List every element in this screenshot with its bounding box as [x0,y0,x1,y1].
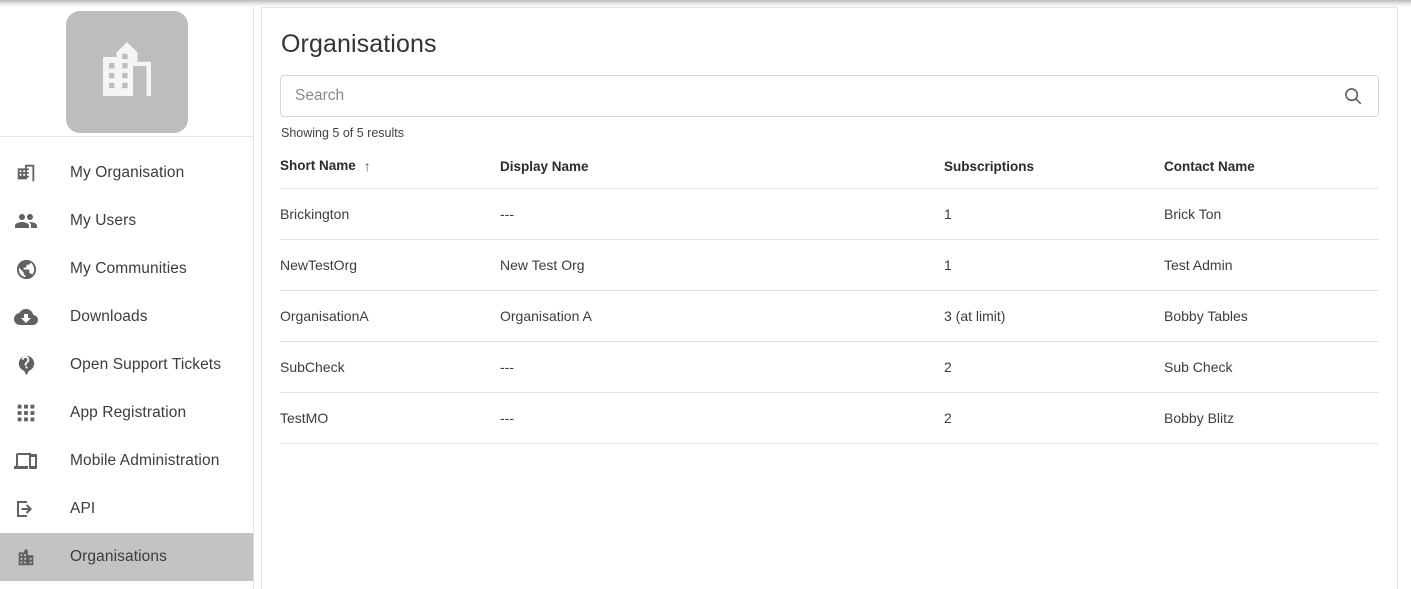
column-header-label: Short Name [280,158,356,173]
table-row[interactable]: OrganisationA Organisation A 3 (at limit… [280,290,1379,342]
sidebar-item-label: App Registration [70,404,187,421]
cloud-download-icon [12,303,40,331]
help-balloon-icon [12,351,40,379]
table-row[interactable]: TestMO --- 2 Bobby Blitz [280,392,1379,444]
sidebar-item-label: Mobile Administration [70,452,220,469]
sidebar-item-label: Downloads [70,308,148,325]
sort-ascending-icon: ↑ [363,158,371,174]
organisations-card: Organisations Showing 5 of 5 results [261,7,1398,589]
login-arrow-icon [12,495,40,523]
table-header-row: Short Name ↑ Display Name Subscriptions C… [280,154,1379,189]
sidebar-item-my-users[interactable]: My Users [0,197,253,245]
cell-subscriptions: 1 [944,239,1164,291]
cell-subscriptions: 2 [944,392,1164,444]
sidebar-item-label: Organisations [70,548,167,565]
column-header-label: Contact Name [1164,158,1255,174]
cell-short-name: TestMO [280,392,500,444]
sidebar-item-api[interactable]: API [0,485,253,533]
sidebar-item-organisations[interactable]: Organisations [0,533,253,581]
cell-display-name: --- [500,188,944,240]
column-header-label: Subscriptions [944,158,1035,174]
table-row[interactable]: NewTestOrg New Test Org 1 Test Admin [280,239,1379,291]
sidebar-item-label: Open Support Tickets [70,356,222,373]
organisations-table: Short Name ↑ Display Name Subscriptions C… [280,154,1379,444]
cell-subscriptions: 2 [944,341,1164,393]
sidebar-nav: My Organisation My Users My Communities … [0,137,253,581]
cell-display-name: --- [500,392,944,444]
globe-icon [12,255,40,283]
search-bar [280,75,1379,117]
org-logo [65,11,188,133]
cell-display-name: --- [500,341,944,393]
cell-contact-name: Bobby Blitz [1164,392,1379,444]
cell-short-name: Brickington [280,188,500,240]
column-header-label: Display Name [500,158,589,174]
building-logo-icon [91,36,163,108]
cell-display-name: New Test Org [500,239,944,291]
cell-subscriptions: 1 [944,188,1164,240]
main-content: Organisations Showing 5 of 5 results [254,0,1411,589]
column-header-contact-name[interactable]: Contact Name [1164,154,1379,189]
cell-contact-name: Sub Check [1164,341,1379,393]
apps-grid-icon [12,399,40,427]
search-icon [1342,85,1364,107]
sidebar-item-label: My Users [70,212,137,229]
table-row[interactable]: Brickington --- 1 Brick Ton [280,188,1379,240]
app-root: My Organisation My Users My Communities … [0,0,1411,589]
sidebar-item-downloads[interactable]: Downloads [0,293,253,341]
people-icon [12,207,40,235]
cell-contact-name: Bobby Tables [1164,290,1379,342]
sidebar-item-mobile-administration[interactable]: Mobile Administration [0,437,253,485]
sidebar-item-label: API [70,500,96,517]
sidebar-item-open-support-tickets[interactable]: Open Support Tickets [0,341,253,389]
cell-short-name: OrganisationA [280,290,500,342]
sidebar-item-label: My Communities [70,260,187,277]
results-count: Showing 5 of 5 results [281,126,404,140]
search-input[interactable] [280,75,1379,117]
cell-display-name: Organisation A [500,290,944,342]
table-body: Brickington --- 1 Brick Ton NewTestOrg N… [280,188,1379,444]
sidebar-item-app-registration[interactable]: App Registration [0,389,253,437]
devices-icon [12,447,40,475]
organisations-icon [12,543,40,571]
cell-short-name: SubCheck [280,341,500,393]
cell-subscriptions: 3 (at limit) [944,290,1164,342]
column-header-display-name[interactable]: Display Name [500,154,944,189]
cell-short-name: NewTestOrg [280,239,500,291]
cell-contact-name: Test Admin [1164,239,1379,291]
page-title: Organisations [281,30,437,58]
column-header-subscriptions[interactable]: Subscriptions [944,154,1164,189]
sidebar: My Organisation My Users My Communities … [0,0,254,589]
building-icon [12,159,40,187]
sidebar-item-label: My Organisation [70,164,185,181]
search-button[interactable] [1328,76,1378,116]
table-row[interactable]: SubCheck --- 2 Sub Check [280,341,1379,393]
cell-contact-name: Brick Ton [1164,188,1379,240]
sidebar-item-my-organisation[interactable]: My Organisation [0,149,253,197]
logo-area [0,0,253,137]
column-header-short-name[interactable]: Short Name ↑ [280,154,500,189]
table-header: Short Name ↑ Display Name Subscriptions C… [280,154,1379,189]
sidebar-item-my-communities[interactable]: My Communities [0,245,253,293]
